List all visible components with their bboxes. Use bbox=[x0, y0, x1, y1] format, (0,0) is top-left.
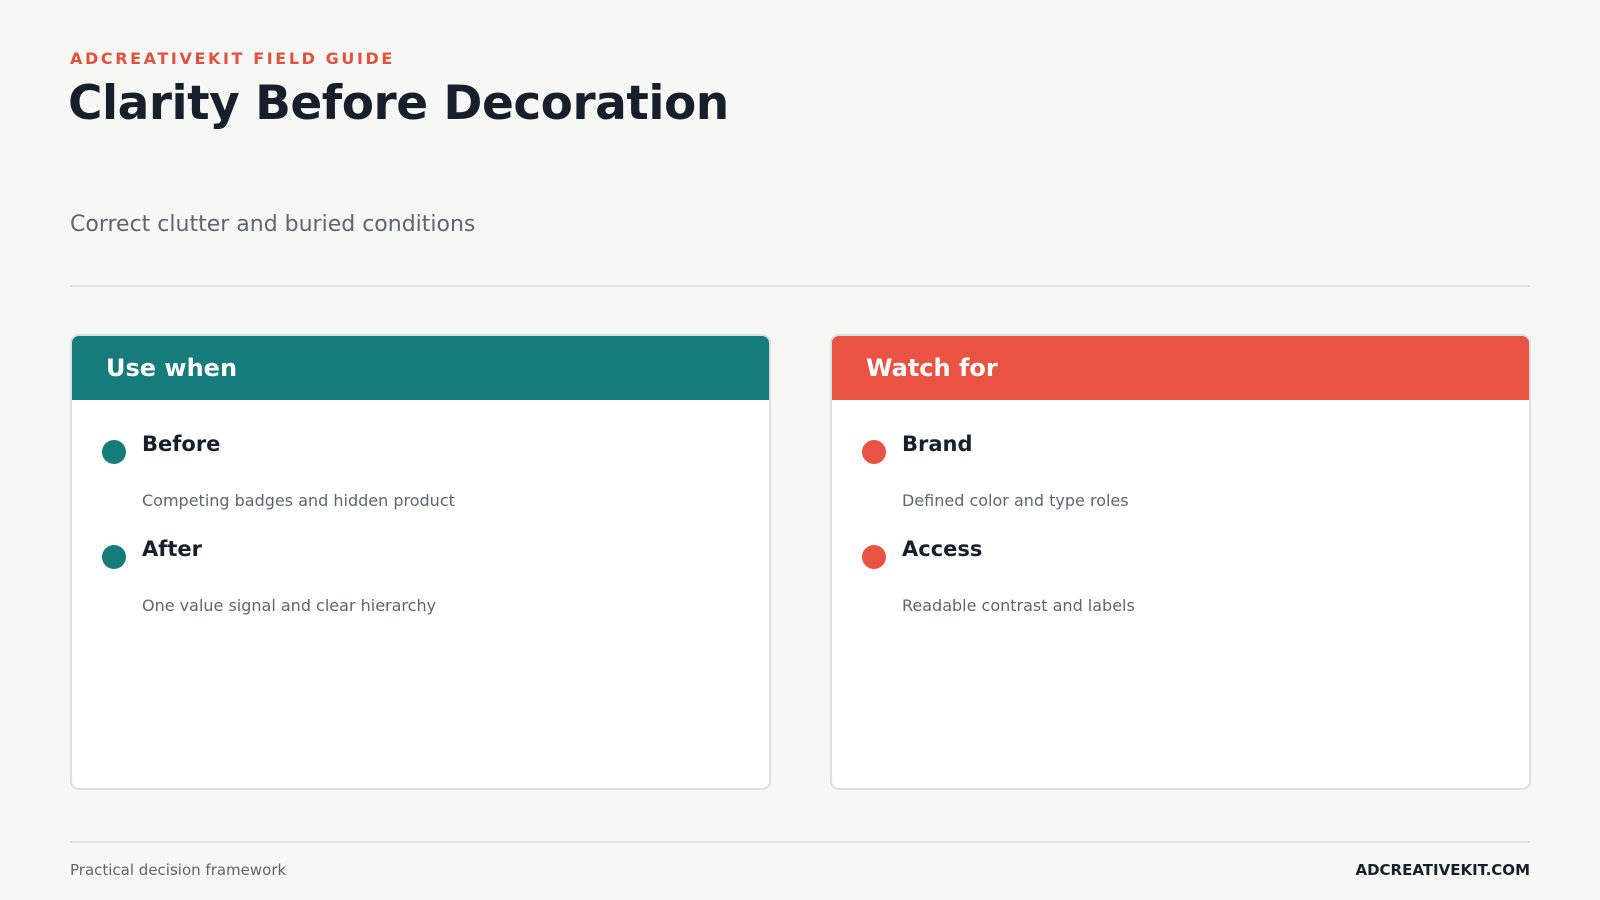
bottom-divider bbox=[70, 841, 1530, 843]
page-title: Clarity Before Decoration bbox=[68, 76, 729, 131]
slide: ADCREATIVEKIT FIELD GUIDE Clarity Before… bbox=[0, 0, 1600, 900]
list-item-description: Competing badges and hidden product bbox=[142, 491, 455, 510]
page-subtitle: Correct clutter and buried conditions bbox=[70, 212, 476, 237]
use-when-card: Use when Before Competing badges and hid… bbox=[70, 334, 771, 790]
list-item-description: Defined color and type roles bbox=[902, 491, 1129, 510]
list-item-description: One value signal and clear hierarchy bbox=[142, 596, 437, 615]
bullet-dot-icon bbox=[102, 545, 126, 569]
list-item-description: Readable contrast and labels bbox=[902, 596, 1135, 615]
bullet-dot-icon bbox=[862, 440, 886, 464]
watch-for-card-header: Watch for bbox=[832, 336, 1529, 400]
list-item-title: Access bbox=[902, 537, 983, 561]
list-item-title: Before bbox=[142, 432, 221, 456]
list-item-title: After bbox=[142, 537, 203, 561]
watch-for-card: Watch for Brand Defined color and type r… bbox=[830, 334, 1531, 790]
list-item-title: Brand bbox=[902, 432, 973, 456]
footer-site-link[interactable]: ADCREATIVEKIT.COM bbox=[1355, 861, 1530, 879]
use-when-card-header: Use when bbox=[72, 336, 769, 400]
bullet-dot-icon bbox=[862, 545, 886, 569]
top-divider bbox=[70, 285, 1530, 287]
eyebrow-label: ADCREATIVEKIT FIELD GUIDE bbox=[70, 49, 395, 68]
bullet-dot-icon bbox=[102, 440, 126, 464]
footer-tagline: Practical decision framework bbox=[70, 861, 287, 879]
